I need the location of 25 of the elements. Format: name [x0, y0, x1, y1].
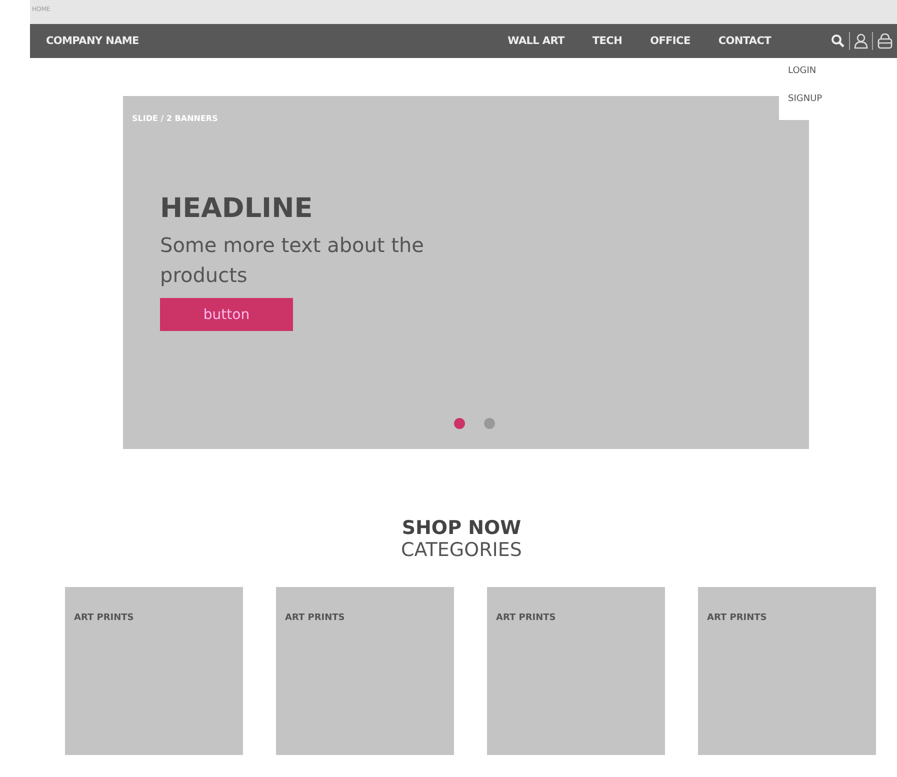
nav-link[interactable]: OFFICE	[650, 35, 690, 47]
nav-link[interactable]: CONTACT	[718, 35, 771, 47]
category-card[interactable]: ART PRINTS	[487, 587, 665, 755]
slide-dot[interactable]	[484, 418, 495, 429]
category-card[interactable]: ART PRINTS	[276, 587, 454, 755]
subheadline: Some more text about the products	[160, 232, 425, 289]
brand-name[interactable]: COMPANY NAME	[46, 35, 139, 47]
category-label: ART PRINTS	[285, 613, 345, 623]
cta-button[interactable]: button	[160, 298, 293, 331]
menu-item[interactable]: SIGNUP	[788, 94, 845, 104]
category-label: ART PRINTS	[707, 613, 767, 623]
user-icon[interactable]	[854, 33, 868, 49]
section-title: SHOP NOW	[402, 517, 522, 539]
nav-link[interactable]: TECH	[592, 35, 622, 47]
category-card[interactable]: ART PRINTS	[65, 587, 243, 755]
search-icon[interactable]	[831, 34, 845, 48]
headline: HEADLINE	[160, 193, 313, 224]
category-label: ART PRINTS	[496, 613, 556, 623]
menu-item[interactable]: LOGIN	[788, 66, 845, 76]
section-subtitle: CATEGORIES	[401, 539, 522, 561]
nav-link[interactable]: WALL ART	[508, 35, 564, 47]
slide-label: SLIDE / 2 BANNERS	[132, 114, 219, 123]
category-card[interactable]: ART PRINTS	[698, 587, 876, 755]
slide-dot[interactable]	[454, 418, 465, 429]
category-label: ART PRINTS	[74, 613, 134, 623]
